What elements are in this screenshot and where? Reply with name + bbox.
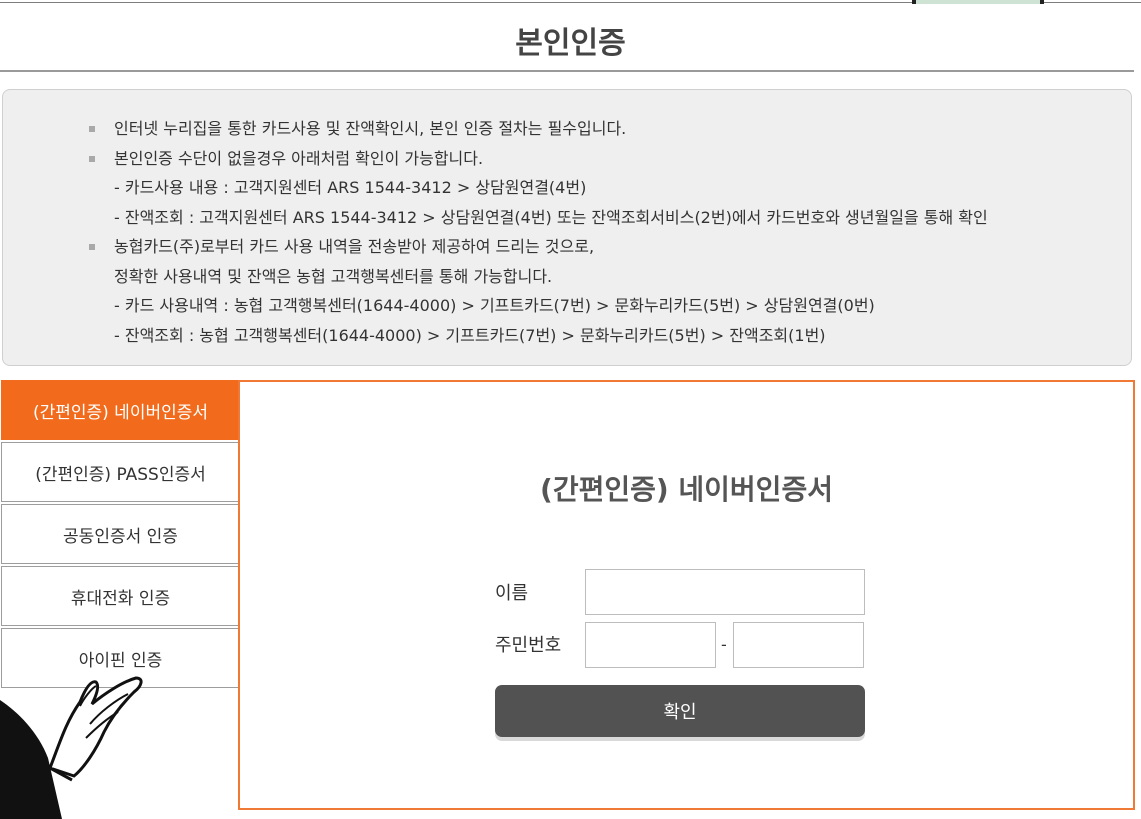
notice-subitem: - 잔액조회 : 고객지원센터 ARS 1544-3412 > 상담원연결(4번… xyxy=(114,207,988,227)
name-input[interactable] xyxy=(585,569,865,615)
confirm-button[interactable]: 확인 xyxy=(495,685,865,737)
notice-item: 본인인증 수단이 없을경우 아래처럼 확인이 가능합니다. xyxy=(89,144,988,174)
tab-pass-certificate[interactable]: (간편인증) PASS인증서 xyxy=(1,442,240,502)
tab-naver-certificate[interactable]: (간편인증) 네이버인증서 xyxy=(1,380,240,440)
rrn-separator: - xyxy=(721,635,727,654)
notice-subitem: - 카드 사용내역 : 농협 고객행복센터(1644-4000) > 기프트카드… xyxy=(114,296,875,315)
rrn-label: 주민번호 xyxy=(495,635,562,656)
notice-box: 인터넷 누리집을 통한 카드사용 및 잔액확인시, 본인 인증 절차는 필수입니… xyxy=(2,89,1132,366)
rrn-front-input[interactable] xyxy=(585,622,716,668)
square-bullet-icon xyxy=(89,126,95,132)
notice-subitem: - 잔액조회 : 농협 고객행복센터(1644-4000) > 기프트카드(7번… xyxy=(114,325,826,345)
panel-title: (간편인증) 네이버인증서 xyxy=(540,473,833,506)
auth-method-tabs: (간편인증) 네이버인증서 (간편인증) PASS인증서 공동인증서 인증 휴대… xyxy=(1,380,240,690)
tab-joint-certificate[interactable]: 공동인증서 인증 xyxy=(1,504,240,564)
page-title: 본인인증 xyxy=(515,26,626,61)
notice-list: 인터넷 누리집을 통한 카드사용 및 잔액확인시, 본인 인증 절차는 필수입니… xyxy=(89,114,988,350)
title-divider xyxy=(0,70,1134,72)
auth-panel: (간편인증) 네이버인증서 이름 주민번호 - 확인 xyxy=(238,380,1135,810)
name-label: 이름 xyxy=(495,583,529,604)
top-tab-fragment xyxy=(912,0,1044,4)
tab-mobile-phone[interactable]: 휴대전화 인증 xyxy=(1,566,240,626)
notice-item: 농협카드(주)로부터 카드 사용 내역을 전송받아 제공하여 드리는 것으로, xyxy=(89,232,988,262)
square-bullet-icon xyxy=(89,244,95,250)
square-bullet-icon xyxy=(89,155,95,162)
notice-item: 인터넷 누리집을 통한 카드사용 및 잔액확인시, 본인 인증 절차는 필수입니… xyxy=(89,114,988,144)
notice-subitem: 정확한 사용내역 및 잔액은 농협 고객행복센터를 통해 가능합니다. xyxy=(114,266,553,286)
rrn-back-input[interactable] xyxy=(733,622,864,668)
pointing-hand-illustration xyxy=(0,676,143,819)
notice-subitem: - 카드사용 내용 : 고객지원센터 ARS 1544-3412 > 상담원연결… xyxy=(114,178,587,197)
